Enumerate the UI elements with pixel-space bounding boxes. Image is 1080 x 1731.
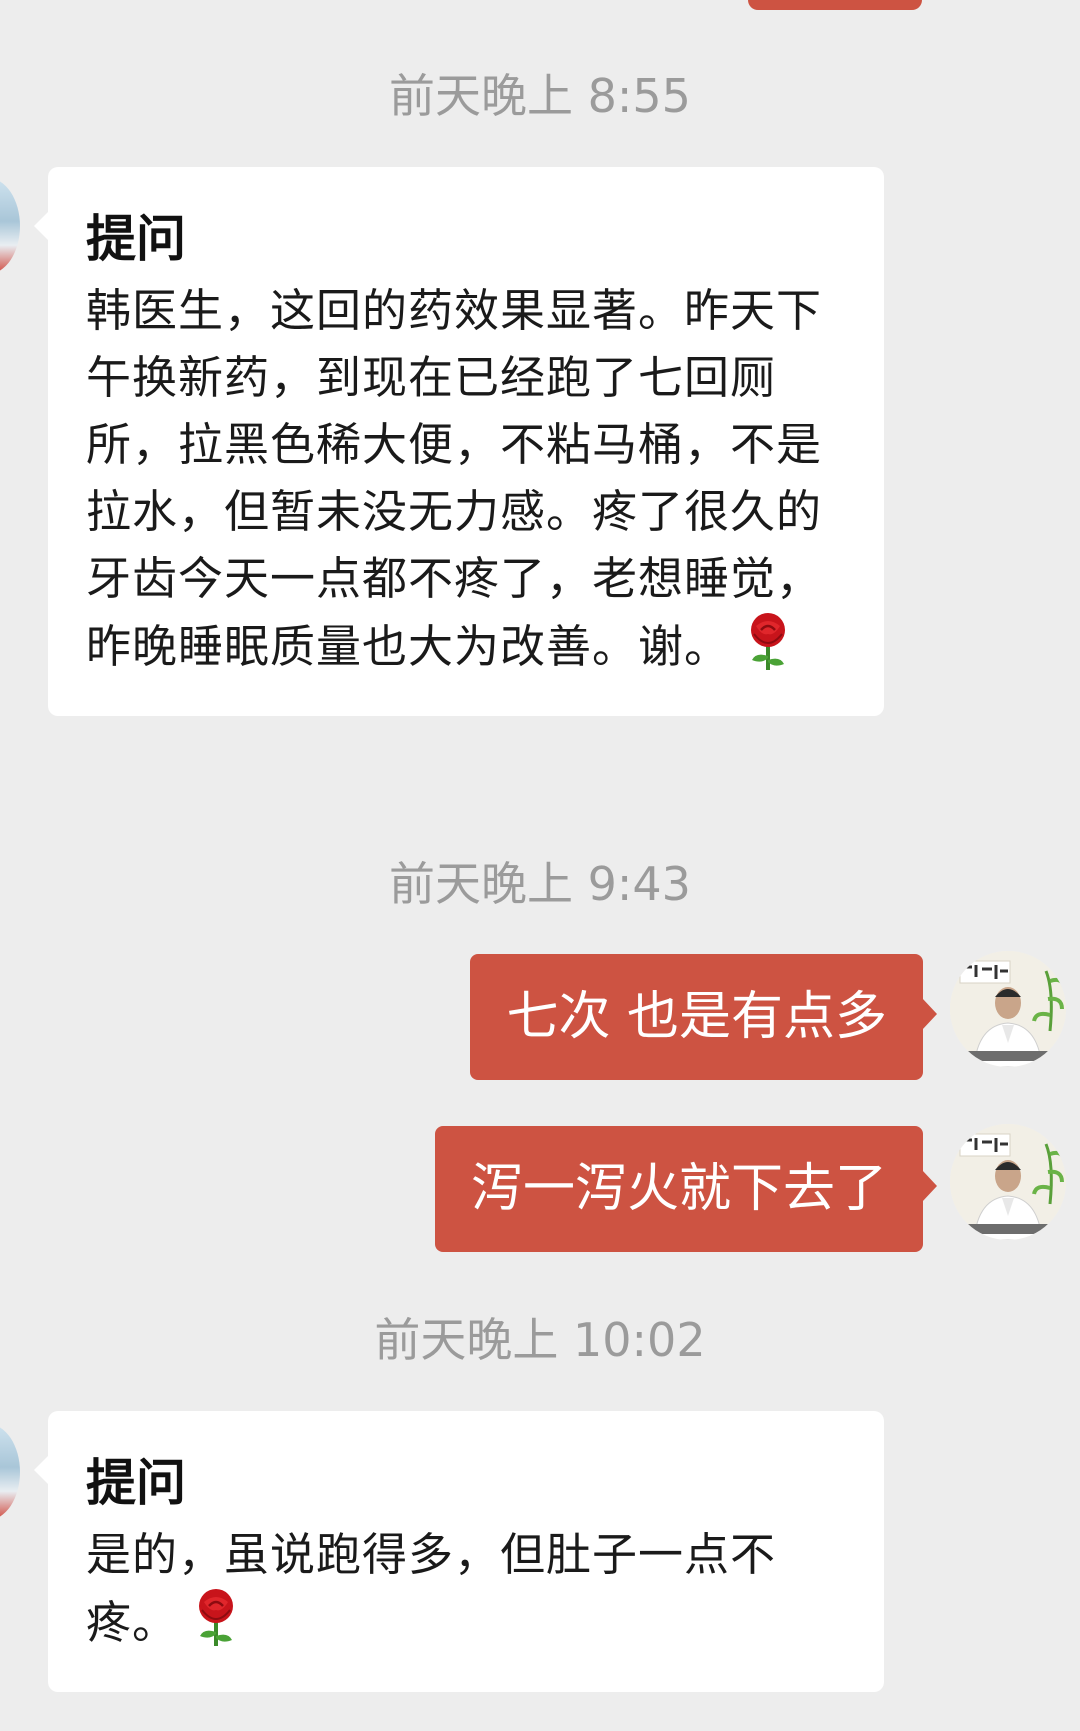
doctor-avatar[interactable] <box>950 1124 1066 1240</box>
timestamp: 前天晚上 10:02 <box>374 1313 706 1367</box>
doctor-avatar-icon <box>950 951 1066 1067</box>
question-label: 提问 <box>86 210 186 268</box>
user-avatar[interactable] <box>0 178 20 274</box>
rose-emoji <box>199 1589 234 1646</box>
outgoing-message-bubble[interactable]: 泻一泻火就下去了 <box>434 1126 938 1252</box>
message-text: 是的，虽说跑得多，但肚子一点不疼。 <box>86 1528 777 1649</box>
previous-outgoing-bubble-edge <box>748 0 922 10</box>
incoming-message-bubble[interactable]: 提问 是的，虽说跑得多，但肚子一点不疼。 <box>34 1411 884 1692</box>
rose-emoji <box>751 613 786 670</box>
bottom-edge <box>0 1721 1080 1731</box>
doctor-avatar-icon <box>950 1124 1066 1240</box>
question-label: 提问 <box>86 1454 186 1512</box>
timestamp: 前天晚上 9:43 <box>389 857 691 911</box>
timestamp: 前天晚上 8:55 <box>389 69 691 123</box>
user-avatar[interactable] <box>0 1424 20 1520</box>
incoming-message-bubble[interactable]: 提问 韩医生，这回的药效果显著。昨天下午换新药，到现在已经跑了七回厕所，拉黑色稀… <box>34 167 884 716</box>
doctor-avatar[interactable] <box>950 951 1066 1067</box>
message-text: 韩医生，这回的药效果显著。昨天下午换新药，到现在已经跑了七回厕所，拉黑色稀大便，… <box>86 284 823 673</box>
outgoing-message-bubble[interactable]: 七次 也是有点多 <box>470 954 937 1080</box>
